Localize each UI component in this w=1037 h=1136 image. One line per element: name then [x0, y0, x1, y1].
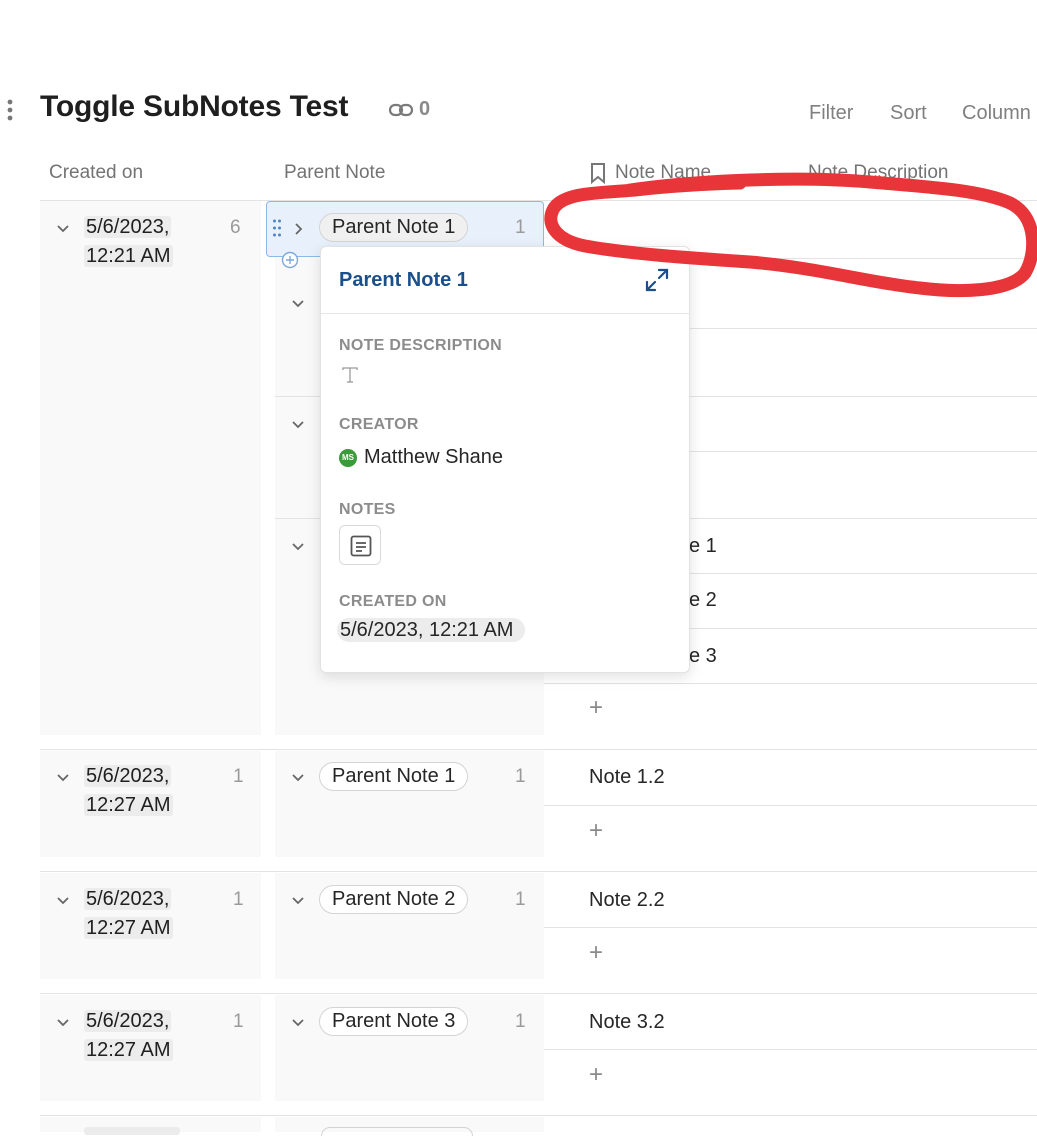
parent-count: 1 — [515, 1011, 526, 1032]
chevron-down-icon[interactable] — [291, 418, 305, 437]
filter-button[interactable]: Filter — [809, 102, 853, 125]
divider — [544, 805, 1037, 806]
columns-button[interactable]: Column — [962, 102, 1031, 125]
chevron-down-icon[interactable] — [56, 894, 70, 913]
note-name-cell[interactable]: e 2 — [689, 589, 717, 612]
record-preview-popup[interactable]: Parent Note 1 NOTE DESCRIPTION CREATOR M… — [320, 246, 690, 673]
chevron-down-icon[interactable] — [291, 771, 305, 790]
popup-divider — [321, 313, 689, 314]
add-row-button[interactable]: + — [589, 819, 603, 843]
parent-note-chip[interactable]: Parent Note 1 — [319, 213, 469, 242]
date-line: 5/6/2023, — [84, 216, 172, 238]
parent-count: 1 — [515, 766, 526, 787]
add-circle-icon[interactable] — [281, 251, 299, 274]
divider — [544, 927, 1037, 928]
divider — [40, 1115, 1037, 1116]
column-header-parent-note[interactable]: Parent Note — [284, 162, 385, 184]
created-on-value: 5/6/2023, 12:21 AM — [337, 618, 526, 642]
group-date: 5/6/2023, 12:27 AM — [84, 762, 173, 820]
chevron-down-icon[interactable] — [56, 771, 70, 790]
parent-note-chip[interactable]: Parent Note 3 — [319, 1007, 469, 1036]
more-options-icon[interactable] — [5, 98, 15, 124]
red-annotation-loop — [544, 172, 1037, 298]
creator-name: Matthew Shane — [364, 446, 503, 468]
chevron-down-icon[interactable] — [291, 894, 305, 913]
drag-handle-icon[interactable] — [272, 218, 282, 243]
page-title: Toggle SubNotes Test — [40, 90, 349, 123]
group-count: 6 — [230, 217, 241, 238]
parent-count: 1 — [515, 889, 526, 910]
divider — [544, 683, 1037, 684]
note-name-cell[interactable]: Note 2.2 — [589, 889, 665, 912]
field-label-created-on: CREATED ON — [339, 593, 447, 610]
field-label-note-description: NOTE DESCRIPTION — [339, 337, 503, 354]
group-count: 1 — [233, 1011, 244, 1032]
divider — [40, 749, 1037, 750]
chevron-down-icon[interactable] — [56, 1016, 70, 1035]
time-line: 12:27 AM — [84, 1039, 173, 1061]
group-created-cell — [40, 201, 261, 735]
chevron-down-icon[interactable] — [291, 540, 305, 559]
partial-date-chip — [84, 1127, 180, 1135]
chevron-right-icon[interactable] — [291, 222, 305, 241]
creator-avatar: MS — [339, 449, 357, 467]
group-date: 5/6/2023, 12:21 AM — [84, 213, 173, 271]
date-line: 5/6/2023, — [84, 888, 172, 910]
parent-note-chip[interactable]: Parent Note 2 — [319, 885, 469, 914]
group-date: 5/6/2023, 12:27 AM — [84, 1007, 173, 1065]
sort-button[interactable]: Sort — [890, 102, 927, 125]
divider — [40, 871, 1037, 872]
chevron-down-icon[interactable] — [56, 222, 70, 241]
time-line: 12:21 AM — [84, 245, 173, 267]
add-row-button[interactable]: + — [589, 941, 603, 965]
document-icon — [350, 535, 372, 562]
chevron-down-icon[interactable] — [291, 1016, 305, 1035]
note-name-cell[interactable]: Note 3.2 — [589, 1011, 665, 1034]
field-label-notes: NOTES — [339, 501, 396, 518]
popup-title[interactable]: Parent Note 1 — [339, 269, 468, 292]
column-header-created-on[interactable]: Created on — [49, 162, 143, 184]
date-line: 5/6/2023, — [84, 1010, 172, 1032]
add-row-button[interactable]: + — [589, 696, 603, 720]
parent-count: 1 — [515, 217, 526, 238]
time-line: 12:27 AM — [84, 917, 173, 939]
avatar-initials: MS — [342, 453, 354, 462]
link-icon[interactable] — [388, 100, 414, 125]
divider — [40, 993, 1037, 994]
linked-note-card[interactable] — [339, 525, 381, 565]
group-count: 1 — [233, 766, 244, 787]
time-line: 12:27 AM — [84, 794, 173, 816]
text-type-icon — [341, 366, 359, 389]
field-label-creator: CREATOR — [339, 416, 419, 433]
link-count: 0 — [419, 98, 431, 120]
date-line: 5/6/2023, — [84, 765, 172, 787]
note-name-cell[interactable]: Note 1.2 — [589, 766, 665, 789]
chevron-down-icon[interactable] — [291, 297, 305, 316]
group-count: 1 — [233, 889, 244, 910]
add-row-button[interactable]: + — [589, 1063, 603, 1087]
created-on-chip: 5/6/2023, 12:21 AM — [337, 618, 526, 642]
group-date: 5/6/2023, 12:27 AM — [84, 885, 173, 943]
parent-note-chip[interactable]: Parent Note 1 — [319, 762, 469, 791]
note-name-cell[interactable]: e 3 — [689, 645, 717, 668]
divider — [544, 1049, 1037, 1050]
note-name-cell[interactable]: e 1 — [689, 535, 717, 558]
